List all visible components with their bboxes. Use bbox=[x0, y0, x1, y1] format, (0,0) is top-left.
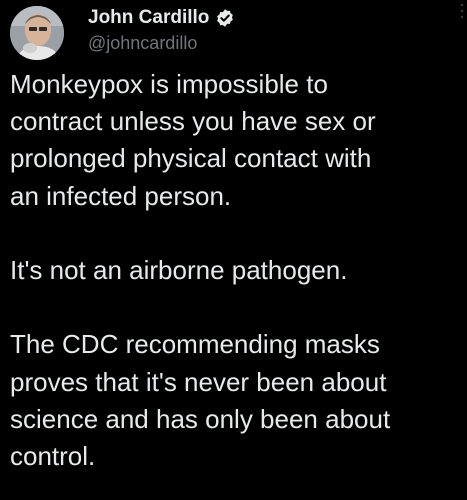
tweet-line: prolonged physical contact with bbox=[10, 143, 372, 174]
more-options-icon[interactable] bbox=[459, 2, 465, 22]
tweet-line: contract unless you have sex or bbox=[10, 106, 376, 137]
author-handle[interactable]: @johncardillo bbox=[88, 33, 197, 54]
tweet-line: The CDC recommending masks bbox=[10, 329, 380, 360]
tweet-paragraph: The CDC recommending masks proves that i… bbox=[10, 326, 460, 475]
avatar-photo-icon bbox=[10, 6, 64, 60]
verified-badge-icon bbox=[215, 8, 235, 28]
tweet-card: John Cardillo @johncardillo Monkeypox is… bbox=[0, 0, 467, 500]
tweet-line: science and has only been about bbox=[10, 403, 391, 434]
tweet-text: Monkeypox is impossible to contract unle… bbox=[10, 66, 460, 475]
author-name-row[interactable]: John Cardillo bbox=[88, 6, 235, 30]
avatar[interactable] bbox=[10, 6, 64, 60]
tweet-paragraph: Monkeypox is impossible to contract unle… bbox=[10, 66, 460, 215]
tweet-line: proves that it's never been about bbox=[10, 366, 387, 397]
tweet-line: control. bbox=[10, 441, 96, 471]
tweet-line: It's not an airborne pathogen. bbox=[10, 255, 348, 285]
author-display-name[interactable]: John Cardillo bbox=[88, 7, 209, 29]
tweet-paragraph: It's not an airborne pathogen. bbox=[10, 252, 460, 289]
tweet-line: Monkeypox is impossible to bbox=[10, 69, 328, 99]
tweet-line: an infected person. bbox=[10, 180, 232, 211]
